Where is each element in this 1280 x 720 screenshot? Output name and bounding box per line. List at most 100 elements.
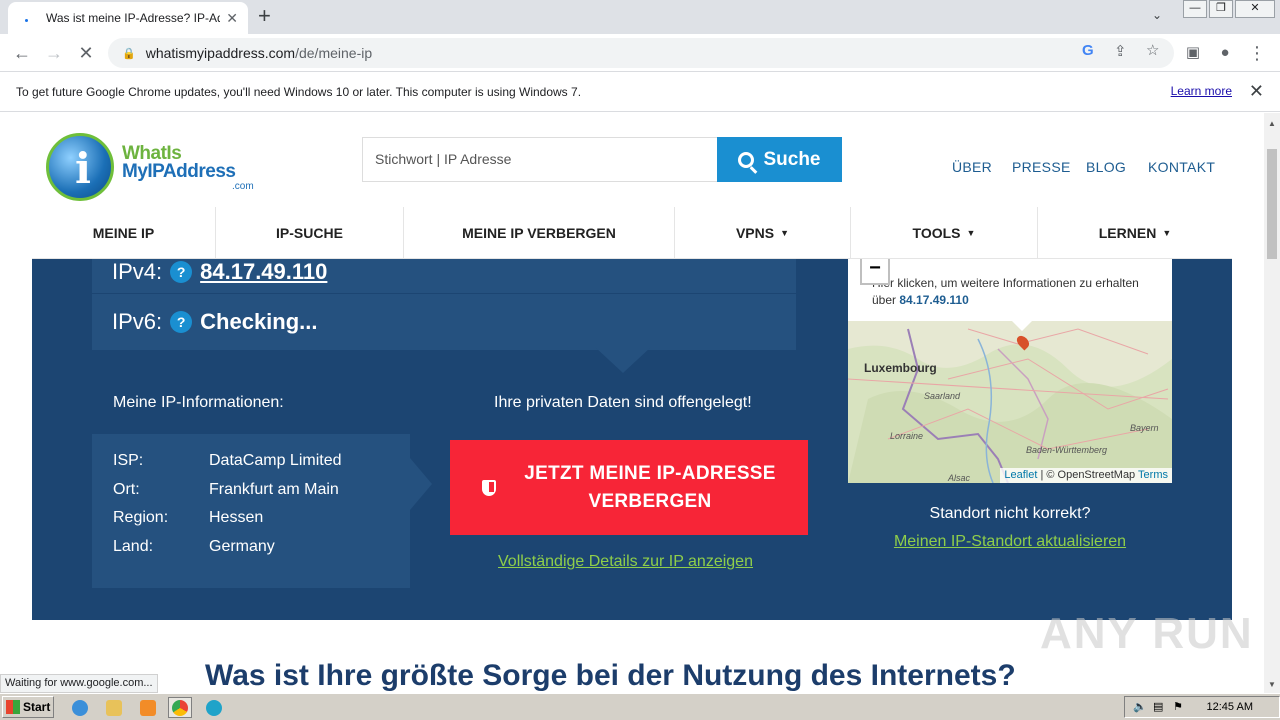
back-arrow-icon[interactable]: ← xyxy=(10,41,34,65)
map-popup[interactable]: Hier klicken, um weitere Informationen z… xyxy=(848,259,1172,331)
taskbar-explorer-icon[interactable] xyxy=(102,697,126,718)
start-button[interactable]: Start xyxy=(2,696,54,718)
address-bar[interactable]: 🔒 whatismyipaddress.com /de/meine-ip xyxy=(108,38,1174,68)
info-key: Land: xyxy=(113,537,154,555)
update-location-link[interactable]: Meinen IP-Standort aktualisieren xyxy=(848,533,1172,551)
ipv4-value[interactable]: 84.17.49.110 xyxy=(200,259,327,285)
network-icon[interactable]: ▤ xyxy=(1153,700,1163,713)
forward-arrow-icon[interactable]: → xyxy=(42,41,66,65)
nav-label: MEINE IP VERBERGEN xyxy=(462,225,616,241)
learn-more-link[interactable]: Learn more xyxy=(1171,84,1232,98)
site-search-input[interactable]: Stichwort | IP Adresse xyxy=(362,137,718,182)
topnav-contact[interactable]: KONTAKT xyxy=(1148,159,1215,175)
chrome-menu-icon[interactable]: ⋮ xyxy=(1245,41,1269,65)
logo-text-line3: .com xyxy=(232,181,254,192)
infobar-close-icon[interactable]: ✕ xyxy=(1249,81,1264,102)
browser-toolbar: ← → ✕ 🔒 whatismyipaddress.com /de/meine-… xyxy=(0,34,1280,72)
map-label-lorraine: Lorraine xyxy=(890,431,924,441)
search-button[interactable]: Suche xyxy=(717,137,842,182)
topnav-blog[interactable]: BLOG xyxy=(1086,159,1126,175)
anyrun-watermark: ANY RUN xyxy=(1040,609,1254,658)
url-host: whatismyipaddress.com xyxy=(145,45,296,61)
maximize-button[interactable]: ❐ xyxy=(1209,0,1233,18)
help-icon[interactable]: ? xyxy=(170,261,193,283)
main-navigation: MEINE IP IP-SUCHE MEINE IP VERBERGEN VPN… xyxy=(32,207,1232,259)
search-icon xyxy=(738,151,755,168)
loading-spinner-icon xyxy=(22,11,36,25)
volume-icon[interactable]: 🔈 xyxy=(1133,700,1147,713)
folder-icon xyxy=(106,699,122,716)
window-close-button[interactable]: ✕ xyxy=(1235,0,1275,18)
info-row-isp: ISP: DataCamp Limited xyxy=(113,452,410,481)
map-attribution: Leaflet | © OpenStreetMap Terms xyxy=(1000,468,1172,483)
nav-my-ip[interactable]: MEINE IP xyxy=(32,207,216,259)
topnav-about[interactable]: ÜBER xyxy=(952,159,992,175)
hide-ip-label-line2: VERBERGEN xyxy=(588,490,712,512)
location-incorrect-text: Standort nicht korrekt? xyxy=(929,505,1091,522)
tab-strip: Was ist meine IP-Adresse? IP-Adresse ✕ +… xyxy=(0,0,1280,34)
ipv6-bar-notch xyxy=(595,347,651,373)
tab-close-icon[interactable]: ✕ xyxy=(226,10,238,27)
attribution-text: | © OpenStreetMap xyxy=(1037,469,1139,481)
page-scrollbar[interactable]: ▲ ▼ xyxy=(1264,113,1280,693)
hide-ip-button-label: JETZT MEINE IP-ADRESSE VERBERGEN xyxy=(524,460,776,516)
nav-label: LERNEN xyxy=(1098,225,1157,241)
leaflet-link[interactable]: Leaflet xyxy=(1004,469,1037,481)
site-logo[interactable]: WhatIs MyIPAddress .com xyxy=(46,131,266,205)
map-popup-ip-line: über 84.17.49.110 xyxy=(872,292,1172,309)
ip-hero-section: IPv4: ? 84.17.49.110 IPv6: ? Checking...… xyxy=(32,237,1232,620)
help-icon[interactable]: ? xyxy=(170,311,193,333)
scroll-down-icon[interactable]: ▼ xyxy=(1268,680,1276,689)
bookmark-star-icon[interactable]: ☆ xyxy=(1146,41,1159,59)
profile-avatar-icon[interactable]: ● xyxy=(1213,41,1237,65)
ip-info-heading: Meine IP-Informationen: xyxy=(113,394,284,411)
clock[interactable]: 12:45 AM xyxy=(1207,701,1253,713)
tab-search-chevron-icon[interactable]: ⌄ xyxy=(1152,8,1162,22)
hide-ip-label-line1: JETZT MEINE IP-ADRESSE xyxy=(524,462,776,484)
browser-tab[interactable]: Was ist meine IP-Adresse? IP-Adresse ✕ xyxy=(8,2,248,34)
windows-taskbar: Start 🔈 ▤ ⚑ 12:45 AM xyxy=(0,693,1280,720)
taskbar-ie-icon[interactable] xyxy=(68,697,92,718)
caret-down-icon: ▼ xyxy=(1162,228,1172,238)
side-panel-icon[interactable]: ▣ xyxy=(1181,41,1205,65)
info-value: Frankfurt am Main xyxy=(209,480,339,498)
location-map[interactable]: Hier klicken, um weitere Informationen z… xyxy=(848,259,1172,483)
nav-label: VPNS xyxy=(735,225,775,241)
full-details-link[interactable]: Vollständige Details zur IP anzeigen xyxy=(498,553,753,571)
info-row-region: Region: Hessen xyxy=(113,509,410,538)
map-zoom-out-button[interactable]: − xyxy=(860,259,890,285)
privacy-warning-heading: Ihre privaten Daten sind offengelegt! xyxy=(494,394,752,411)
new-tab-button[interactable]: + xyxy=(258,4,271,28)
url-path: /de/meine-ip xyxy=(295,45,373,61)
lock-icon[interactable]: 🔒 xyxy=(122,47,136,60)
start-label: Start xyxy=(23,700,51,714)
logo-text-line2: MyIPAddress xyxy=(122,161,236,182)
hide-ip-button[interactable]: JETZT MEINE IP-ADRESSE VERBERGEN xyxy=(450,440,808,535)
terms-link[interactable]: Terms xyxy=(1138,469,1168,481)
info-key: Region: xyxy=(113,509,169,526)
nav-vpns[interactable]: VPNS ▼ xyxy=(675,207,851,259)
nav-ip-lookup[interactable]: IP-SUCHE xyxy=(216,207,404,259)
google-lens-icon[interactable]: G xyxy=(1082,42,1094,59)
scroll-up-icon[interactable]: ▲ xyxy=(1268,119,1276,128)
caret-down-icon: ▼ xyxy=(780,228,790,238)
nav-learn[interactable]: LERNEN ▼ xyxy=(1038,207,1232,259)
map-popup-text: Hier klicken, um weitere Informationen z… xyxy=(872,276,1139,290)
action-center-flag-icon[interactable]: ⚑ xyxy=(1173,700,1183,713)
share-icon[interactable]: ⇪ xyxy=(1114,42,1127,60)
stop-loading-icon[interactable]: ✕ xyxy=(74,41,98,65)
topnav-press[interactable]: PRESSE xyxy=(1012,159,1071,175)
taskbar-edge-icon[interactable] xyxy=(202,697,226,718)
infobar-message: To get future Google Chrome updates, you… xyxy=(16,84,582,99)
minimize-button[interactable]: — xyxy=(1183,0,1207,18)
info-value: Germany xyxy=(209,537,275,555)
taskbar-media-icon[interactable] xyxy=(136,697,160,718)
search-button-label: Suche xyxy=(763,148,821,170)
nav-hide-ip[interactable]: MEINE IP VERBERGEN xyxy=(404,207,675,259)
nav-tools[interactable]: TOOLS ▼ xyxy=(851,207,1038,259)
taskbar-chrome-icon[interactable] xyxy=(168,697,192,718)
media-player-icon xyxy=(140,699,156,716)
scrollbar-thumb[interactable] xyxy=(1267,149,1277,259)
nav-label: MEINE IP xyxy=(92,225,155,241)
nav-label: TOOLS xyxy=(912,225,961,241)
